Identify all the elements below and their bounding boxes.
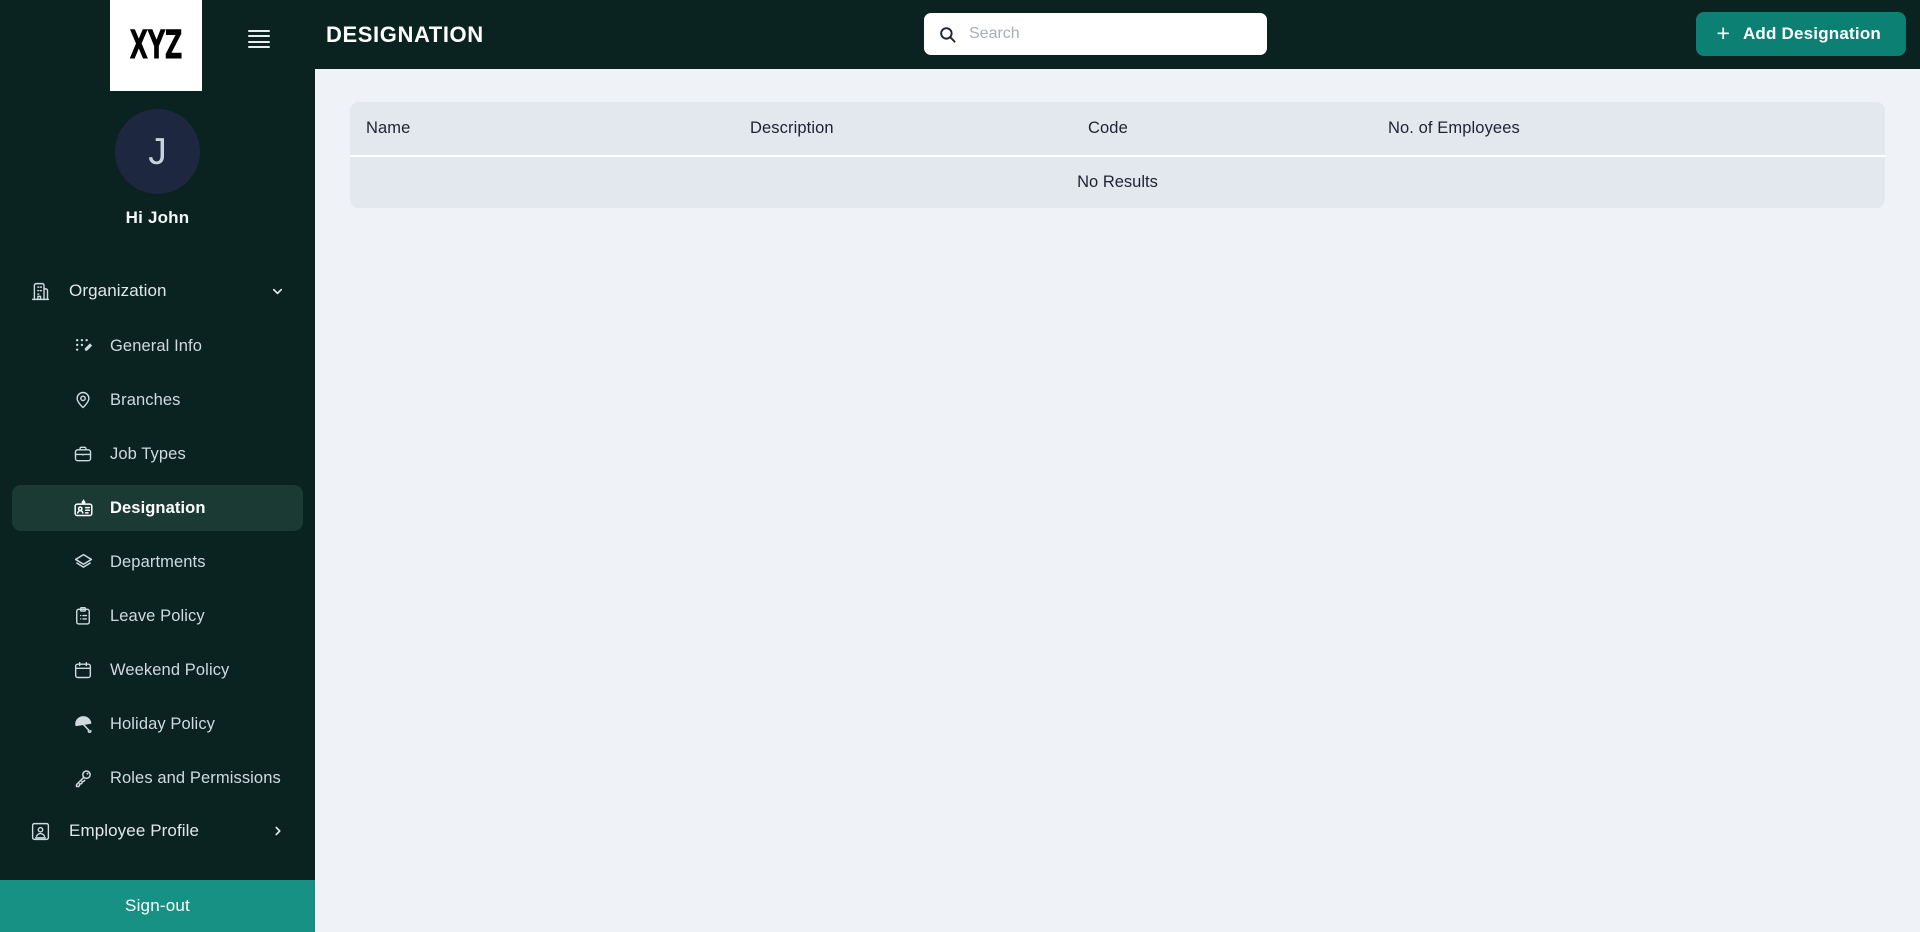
sidebar-item-departments[interactable]: Departments xyxy=(12,539,303,585)
top-bar: DESIGNATION + Add Designation xyxy=(315,0,1920,69)
main-area: DESIGNATION + Add Designation Name xyxy=(315,0,1920,932)
sidebar-item-branches[interactable]: Branches xyxy=(12,377,303,423)
building-icon xyxy=(30,281,60,302)
sidebar-item-roles-and-permissions[interactable]: Roles and Permissions xyxy=(12,755,303,801)
column-header-description[interactable]: Description xyxy=(750,119,1088,138)
app-root: XYZ J Hi John Organization General Info … xyxy=(0,0,1920,932)
chevron-right-icon[interactable] xyxy=(271,824,285,838)
column-header-no-of-employees[interactable]: No. of Employees xyxy=(1388,119,1818,138)
column-header-code[interactable]: Code xyxy=(1088,119,1388,138)
sidebar-nav: Organization General Info Branches Job T… xyxy=(0,269,315,853)
clipboard-list-icon xyxy=(70,606,96,626)
user-profile-block: J Hi John xyxy=(0,109,315,228)
add-designation-label: Add Designation xyxy=(1742,24,1881,43)
avatar-initial: J xyxy=(148,130,167,172)
sidebar-scroll-area: XYZ J Hi John Organization General Info … xyxy=(0,0,315,880)
calendar-icon xyxy=(70,660,96,680)
sign-out-label: Sign-out xyxy=(125,896,190,915)
briefcase-icon xyxy=(70,444,96,464)
dotted-grid-pencil-icon xyxy=(70,337,96,356)
chevron-down-icon[interactable] xyxy=(270,284,285,299)
sidebar-group-label: Employee Profile xyxy=(69,821,200,840)
sidebar-item-label: Designation xyxy=(110,498,206,517)
sidebar-group-organization[interactable]: Organization xyxy=(12,269,303,313)
id-badge-icon xyxy=(70,498,96,519)
sign-out-button[interactable]: Sign-out xyxy=(0,880,315,932)
sidebar-item-label: Holiday Policy xyxy=(110,714,216,733)
avatar[interactable]: J xyxy=(115,109,200,194)
search-box[interactable] xyxy=(924,13,1267,55)
page-title: DESIGNATION xyxy=(326,21,484,47)
sidebar-item-label: Weekend Policy xyxy=(110,660,230,679)
search-input[interactable] xyxy=(969,25,1253,43)
sidebar-item-label: General Info xyxy=(110,336,203,355)
search-icon xyxy=(938,25,957,44)
empty-state-message: No Results xyxy=(1077,173,1158,191)
company-logo[interactable]: XYZ xyxy=(109,0,202,91)
sidebar-item-leave-policy[interactable]: Leave Policy xyxy=(12,593,303,639)
table-header-row: Name Description Code No. of Employees xyxy=(350,102,1885,155)
sidebar-item-general-info[interactable]: General Info xyxy=(12,323,303,369)
sidebar-item-label: Job Types xyxy=(110,444,186,463)
table-empty-state: No Results xyxy=(350,157,1885,208)
sidebar-item-designation[interactable]: Designation xyxy=(12,485,303,531)
sidebar-item-label: Leave Policy xyxy=(110,606,205,625)
sidebar-group-label: Organization xyxy=(69,281,167,300)
plus-icon: + xyxy=(1716,19,1730,46)
sidebar-brand-row: XYZ xyxy=(0,0,315,92)
sidebar-item-weekend-policy[interactable]: Weekend Policy xyxy=(12,647,303,693)
beach-umbrella-icon xyxy=(70,714,96,735)
content-area: Name Description Code No. of Employees N… xyxy=(315,69,1920,932)
map-pin-icon xyxy=(70,390,96,410)
sidebar-item-label: Branches xyxy=(110,390,181,409)
sidebar-submenu: General Info Branches Job Types Designat… xyxy=(12,323,303,801)
sidebar-item-label: Roles and Permissions xyxy=(110,768,281,787)
sidebar-item-holiday-policy[interactable]: Holiday Policy xyxy=(12,701,303,747)
logo-text: XYZ xyxy=(129,22,182,69)
sidebar: XYZ J Hi John Organization General Info … xyxy=(0,0,315,932)
column-header-name[interactable]: Name xyxy=(350,119,750,138)
user-greeting: Hi John xyxy=(125,208,190,227)
add-designation-button[interactable]: + Add Designation xyxy=(1695,12,1906,56)
sidebar-item-label: Departments xyxy=(110,552,206,571)
layers-icon xyxy=(70,552,96,573)
sidebar-item-job-types[interactable]: Job Types xyxy=(12,431,303,477)
key-icon xyxy=(70,768,96,789)
hamburger-icon[interactable] xyxy=(248,30,270,48)
designation-table: Name Description Code No. of Employees N… xyxy=(350,102,1885,208)
id-card-icon xyxy=(30,821,60,842)
sidebar-group-employee-profile[interactable]: Employee Profile xyxy=(12,809,303,853)
